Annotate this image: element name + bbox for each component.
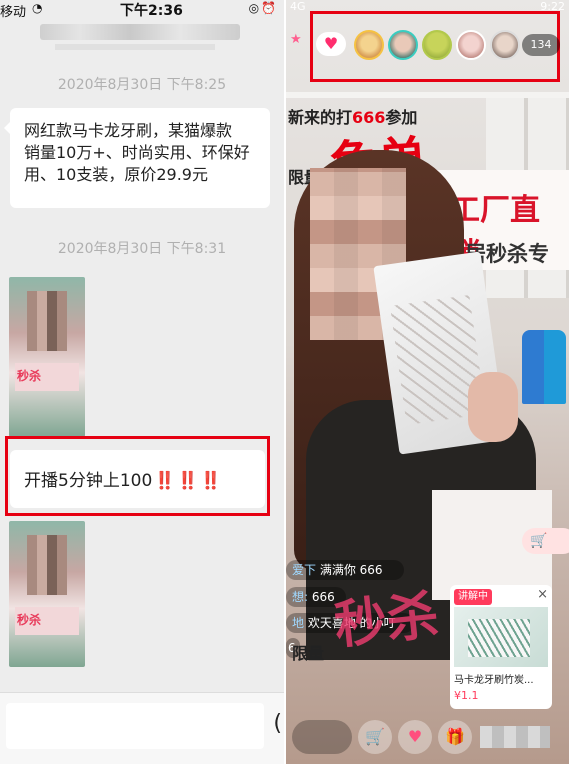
viewer-avatar[interactable]: [490, 30, 520, 60]
viewer-avatar[interactable]: [388, 30, 418, 60]
chat-user: 想:: [292, 590, 309, 604]
wifi-icon: ◔: [32, 1, 43, 15]
detergent-bottles: [522, 330, 566, 404]
cart-icon: 🛒: [365, 727, 385, 746]
alarm-icon: ◎⏰: [248, 1, 278, 15]
product-price: ¥1.1: [454, 689, 479, 702]
image-thumbnail-1[interactable]: 秒杀: [9, 277, 85, 437]
flash-sale-overlay: 秒杀: [331, 585, 442, 657]
cart-shortcut[interactable]: 🛒: [522, 528, 569, 554]
timestamp-1: 2020年8月30日 下午8:25: [57, 77, 227, 93]
message-bubble-product[interactable]: 网红款马卡龙牙刷，某猫爆款 销量10万+、时尚实用、环保好 用、10支装，原价2…: [4, 108, 270, 208]
star-icon: ★: [290, 32, 302, 47]
message-line: 销量10万+、时尚实用、环保好: [24, 143, 250, 162]
explaining-badge: 讲解中: [454, 589, 492, 605]
message-input[interactable]: [6, 703, 264, 749]
viewer-count-badge[interactable]: 134: [522, 34, 560, 56]
like-button[interactable]: ♥: [398, 720, 432, 754]
timestamp-2: 2020年8月30日 下午8:31: [57, 241, 227, 257]
host-hand: [468, 372, 518, 442]
viewer-avatar[interactable]: [456, 30, 486, 60]
voice-icon[interactable]: (: [273, 711, 282, 736]
product-card[interactable]: 讲解中 × 马卡龙牙刷竹炭... ¥1.1: [450, 585, 552, 709]
blurred-contact-detail: [55, 44, 215, 50]
gift-button[interactable]: 🎁: [438, 720, 472, 754]
chat-panel: 移动 ◔ 下午2:36 ◎⏰ 2020年8月30日 下午8:25 网红款马卡龙牙…: [0, 0, 284, 764]
status-bar: 移动 ◔ 下午2:36 ◎⏰: [0, 0, 284, 20]
blurred-contact-name: [40, 24, 240, 40]
viewer-avatar[interactable]: [354, 30, 384, 60]
cart-icon: 🛒: [530, 533, 548, 549]
heart-icon: ♥: [407, 727, 423, 746]
image-thumbnail-2[interactable]: 秒杀: [9, 521, 85, 667]
viewer-avatar[interactable]: [422, 30, 452, 60]
input-bar: (: [0, 692, 284, 764]
live-stream-panel: 4G 9:22 新来的打666参加 免单 限量 工厂直销 家居秒杀专场 ★ ♥ …: [286, 0, 569, 764]
product-image[interactable]: [454, 607, 548, 667]
close-icon[interactable]: ×: [537, 587, 548, 602]
signal-label: 4G: [290, 0, 306, 13]
message-line: 网红款马卡龙牙刷，某猫爆款: [24, 121, 233, 140]
chat-user: 爱下: [292, 563, 317, 577]
gift-icon: 🎁: [445, 727, 465, 746]
thumbnail-sign-text: 秒杀: [17, 369, 42, 383]
pixelated-face: [27, 291, 67, 351]
follow-heart-button[interactable]: ♥: [316, 32, 346, 56]
message-text: 开播5分钟上100: [24, 471, 153, 491]
shopping-cart-button[interactable]: 🛒: [358, 720, 392, 754]
message-line: 用、10支装，原价29.9元: [24, 165, 208, 184]
carrier-label: 移动: [0, 5, 27, 20]
status-time: 下午2:36: [120, 3, 183, 19]
pixelated-face: [27, 535, 67, 595]
comment-input[interactable]: [292, 720, 352, 754]
sign-limited: 限量: [292, 644, 325, 663]
chat-user: 地: [292, 616, 305, 630]
product-title: 马卡龙牙刷竹炭...: [454, 675, 534, 686]
thumbnail-sign-text: 秒杀: [17, 613, 42, 627]
message-bubble-result[interactable]: 开播5分钟上100 ‼️ ‼️ ‼️: [10, 450, 265, 508]
chat-text: 满满你 666: [319, 563, 383, 577]
double-exclamation-icons: ‼️ ‼️ ‼️: [154, 471, 221, 491]
blurred-area: [480, 726, 550, 748]
bottom-toolbar: 🛒 ♥ 🎁: [286, 712, 569, 764]
